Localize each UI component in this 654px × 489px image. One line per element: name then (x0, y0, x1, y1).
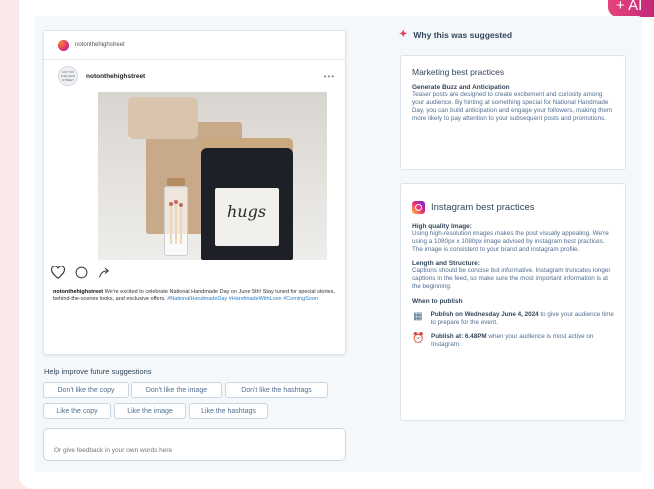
feedback-input[interactable] (43, 428, 346, 461)
publish-date-bold: Publish on Wednesday June 4, 2024 (430, 311, 539, 318)
quality-title: High quality Image: (412, 223, 472, 230)
match-stick (180, 204, 182, 244)
like-copy-button[interactable]: Like the copy (43, 403, 111, 419)
quality-body: Using high-resolution images makes the p… (412, 230, 609, 253)
account-name: notonthehighstreet (75, 42, 125, 48)
post-caption: notonthehighstreet We're excited to cele… (44, 284, 345, 303)
why-header: ✦ Why this was suggested (399, 29, 512, 40)
caption-username: notonthehighstreet (53, 289, 104, 295)
post-actions (44, 260, 345, 284)
post-username[interactable]: notonthehighstreet (86, 73, 316, 80)
instagram-header: Instagram best practices (412, 201, 615, 214)
ai-badge[interactable]: + AI (608, 0, 654, 17)
marketing-body: Teaser posts are designed to create exci… (412, 91, 613, 122)
avatar[interactable]: NOT ON THE HIGH STREET (58, 66, 78, 86)
towel-shape (128, 97, 198, 139)
match-head (169, 202, 173, 206)
heart-icon[interactable] (51, 265, 65, 279)
sparkle-icon: ✦ (399, 29, 408, 40)
feedback-title: Help improve future suggestions (44, 367, 152, 376)
match-stick (170, 204, 172, 244)
dislike-copy-button[interactable]: Don't like the copy (43, 382, 129, 398)
publish-date-text: Publish on Wednesday June 4, 2024 to giv… (431, 311, 615, 327)
instagram-icon (58, 39, 69, 51)
calendar-icon: ▦ (413, 311, 423, 322)
match-head (174, 200, 178, 204)
caption-hashtags[interactable]: #NationalHandmadeDay #HandmadeWithLove #… (167, 296, 318, 302)
match-head (179, 203, 183, 207)
length-title: Length and Structure: (412, 260, 480, 267)
more-icon[interactable]: ••• (324, 72, 335, 81)
publish-date-row: ▦ Publish on Wednesday June 4, 2024 to g… (412, 311, 615, 327)
match-stick (175, 204, 177, 244)
comment-icon[interactable] (75, 266, 88, 279)
like-hashtags-button[interactable]: Like the hashtags (189, 403, 268, 419)
like-image-button[interactable]: Like the image (114, 403, 186, 419)
why-title: Why this was suggested (413, 29, 513, 40)
post-image: hugs (98, 92, 327, 260)
publish-time-text: Publish at: 6.48PM when your audience is… (431, 333, 615, 349)
marketing-subtitle: Generate Buzz and Anticipation (412, 84, 510, 91)
instagram-card: Instagram best practices High quality Im… (400, 183, 626, 421)
post-header: NOT ON THE HIGH STREET notonthehighstree… (44, 60, 345, 92)
post-account-bar: notonthehighstreet (44, 31, 345, 60)
share-icon[interactable] (98, 266, 111, 279)
dislike-image-button[interactable]: Don't like the image (131, 382, 222, 398)
marketing-card: Marketing best practices Generate Buzz a… (400, 55, 626, 170)
instagram-title: Instagram best practices (431, 202, 535, 213)
publish-time-bold: Publish at: 6.48PM (431, 333, 487, 340)
instagram-icon (412, 201, 425, 214)
clock-icon: ⏰ (412, 333, 425, 344)
candle-label-text: hugs (227, 202, 267, 221)
when-title: When to publish (412, 298, 463, 305)
marketing-title: Marketing best practices (412, 67, 505, 77)
length-body: Captions should be concise but informati… (412, 267, 611, 290)
publish-time-row: ⏰ Publish at: 6.48PM when your audience … (412, 333, 615, 349)
dislike-hashtags-button[interactable]: Don't like the hashtags (225, 382, 328, 398)
post-preview-card: notonthehighstreet NOT ON THE HIGH STREE… (43, 30, 346, 355)
